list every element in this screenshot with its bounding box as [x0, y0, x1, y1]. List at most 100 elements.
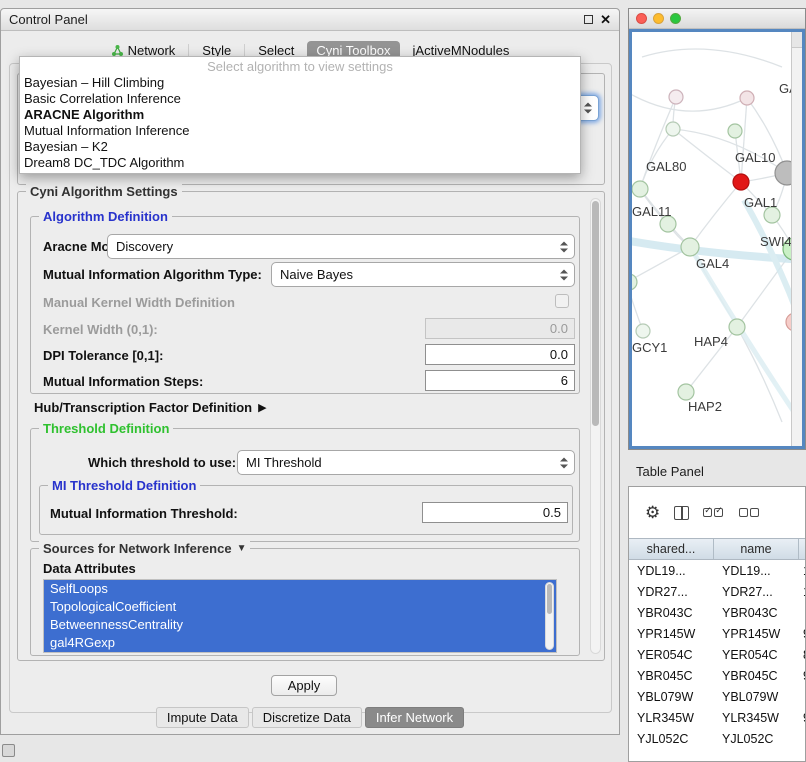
table-row[interactable]: YBR045CYBR045C9.: [629, 666, 805, 687]
minimize-traffic-light-icon[interactable]: [653, 13, 664, 24]
zoom-traffic-light-icon[interactable]: [670, 13, 681, 24]
network-window-titlebar[interactable]: [629, 9, 805, 29]
network-node[interactable]: [632, 181, 648, 197]
kernel-width-field[interactable]: 0.0: [425, 318, 575, 339]
table-row[interactable]: YLR345WYLR345W9.: [629, 708, 805, 729]
which-threshold-label: Which threshold to use:: [88, 455, 236, 470]
cell: 12: [799, 582, 805, 603]
dropdown-item[interactable]: Dream8 DC_TDC Algorithm: [20, 155, 580, 171]
settings-scrollbar-thumb[interactable]: [592, 201, 599, 426]
columns-icon[interactable]: [674, 506, 689, 520]
network-canvas[interactable]: GAL80 GAL10 GAL11 GAL1 SWI4 GAL4 GCY1 HA…: [629, 29, 805, 449]
table-row[interactable]: YPR145WYPR145W9.: [629, 624, 805, 645]
select-all-checkboxes-icon[interactable]: [703, 504, 725, 522]
gear-icon[interactable]: ⚙: [645, 503, 660, 523]
tab-separator: [244, 44, 245, 57]
dropdown-item[interactable]: Mutual Information Inference: [20, 123, 580, 139]
column-header-name[interactable]: name: [714, 539, 799, 559]
float-panel-icon[interactable]: [584, 15, 593, 24]
list-item[interactable]: BetweennessCentrality: [44, 616, 556, 634]
apply-button[interactable]: Apply: [271, 675, 337, 696]
combo-arrows-icon: [560, 457, 568, 468]
node-label: GAL11: [632, 204, 672, 219]
cell: YBR045C: [629, 666, 714, 687]
algorithm-dropdown-popup: Select algorithm to view settings Bayesi…: [19, 56, 581, 174]
dropdown-item[interactable]: Bayesian – K2: [20, 139, 580, 155]
network-node[interactable]: [729, 319, 745, 335]
table-row[interactable]: YER054CYER054C8.: [629, 645, 805, 666]
cell: YJL052C: [629, 729, 714, 750]
list-item[interactable]: SelfLoops: [44, 580, 556, 598]
cell: YDR27...: [714, 582, 799, 603]
network-tab-icon: [111, 44, 124, 57]
mi-steps-label: Mutual Information Steps:: [43, 374, 203, 389]
column-header-partial[interactable]: [799, 539, 805, 559]
table-row[interactable]: YBR043CYBR043C: [629, 603, 805, 624]
cell: YLR345W: [714, 708, 799, 729]
cell: YBR043C: [714, 603, 799, 624]
bottom-tabs: Impute Data Discretize Data Infer Networ…: [1, 707, 619, 728]
algorithm-definition-group: Algorithm Definition Aracne Mode: Discov…: [30, 216, 580, 394]
network-node-selected[interactable]: [733, 174, 749, 190]
list-item[interactable]: gal4RGexp: [44, 634, 556, 652]
network-node[interactable]: [669, 90, 683, 104]
sources-group: Sources for Network Inference ▼ Data Att…: [30, 548, 580, 656]
network-node[interactable]: [666, 122, 680, 136]
network-node[interactable]: [678, 384, 694, 400]
cell: 13: [799, 561, 805, 582]
cell: YDR27...: [629, 582, 714, 603]
settings-scrollbar[interactable]: [590, 198, 601, 654]
deselect-all-checkboxes-icon[interactable]: [739, 504, 761, 522]
manual-kernel-checkbox[interactable]: [555, 294, 569, 308]
cell: YDL19...: [714, 561, 799, 582]
tab-infer-network[interactable]: Infer Network: [365, 707, 464, 728]
dpi-tolerance-field[interactable]: 0.0: [425, 344, 575, 365]
sources-toggle[interactable]: Sources for Network Inference ▼: [39, 541, 250, 556]
dropdown-item[interactable]: Bayesian – Hill Climbing: [20, 75, 580, 91]
dropdown-item-selected[interactable]: ARACNE Algorithm: [20, 107, 580, 123]
threshold-definition-group: Threshold Definition Which threshold to …: [30, 428, 580, 542]
group-title: MI Threshold Definition: [48, 478, 200, 493]
which-threshold-combobox[interactable]: MI Threshold: [237, 450, 575, 475]
node-label: GAL1: [744, 195, 777, 210]
group-title: Threshold Definition: [39, 421, 173, 436]
tab-impute-data[interactable]: Impute Data: [156, 707, 249, 728]
column-header-shared-name[interactable]: shared...: [629, 539, 714, 559]
mi-type-combobox[interactable]: Naive Bayes: [271, 262, 575, 287]
network-node-gal4[interactable]: [681, 238, 699, 256]
tab-discretize-data[interactable]: Discretize Data: [252, 707, 362, 728]
mi-steps-field[interactable]: 6: [425, 370, 575, 391]
control-panel-titlebar[interactable]: Control Panel ✕: [1, 9, 619, 31]
tab-separator: [188, 44, 189, 57]
cell: YPR145W: [714, 624, 799, 645]
manual-kernel-label: Manual Kernel Width Definition: [43, 295, 235, 310]
table-row[interactable]: YDR27...YDR27...12: [629, 582, 805, 603]
list-item[interactable]: TopologicalCoefficient: [44, 598, 556, 616]
dropdown-item[interactable]: Basic Correlation Inference: [20, 91, 580, 107]
combo-arrows-icon: [560, 269, 568, 280]
aracne-mode-combobox[interactable]: Discovery: [107, 234, 575, 259]
cell: YBR045C: [714, 666, 799, 687]
network-scrollbar[interactable]: [791, 32, 802, 446]
close-traffic-light-icon[interactable]: [636, 13, 647, 24]
network-scrollbar-button[interactable]: [792, 32, 802, 48]
network-node[interactable]: [740, 91, 754, 105]
network-node[interactable]: [728, 124, 742, 138]
close-icon[interactable]: ✕: [600, 12, 611, 28]
cell: 9.: [799, 666, 805, 687]
control-panel-window: Control Panel ✕ Network Style Select Cyn…: [0, 8, 620, 735]
list-scrollbar[interactable]: [545, 582, 554, 650]
cell: YDL19...: [629, 561, 714, 582]
minimized-panel-icon[interactable]: [2, 744, 15, 757]
hub-tf-definition-toggle[interactable]: Hub/Transcription Factor Definition ▶: [34, 400, 267, 415]
kernel-width-label: Kernel Width (0,1):: [43, 322, 158, 337]
table-row[interactable]: YJL052CYJL052C: [629, 729, 805, 750]
cell: [799, 729, 805, 750]
table-row[interactable]: YDL19...YDL19...13: [629, 561, 805, 582]
table-row[interactable]: YBL079WYBL079W: [629, 687, 805, 708]
list-scrollbar-thumb[interactable]: [547, 584, 552, 614]
table-header-row: shared... name: [629, 538, 805, 560]
mi-threshold-field[interactable]: 0.5: [422, 502, 568, 523]
cyni-algorithm-settings-group: Cyni Algorithm Settings Algorithm Defini…: [17, 191, 605, 661]
network-node[interactable]: [636, 324, 650, 338]
